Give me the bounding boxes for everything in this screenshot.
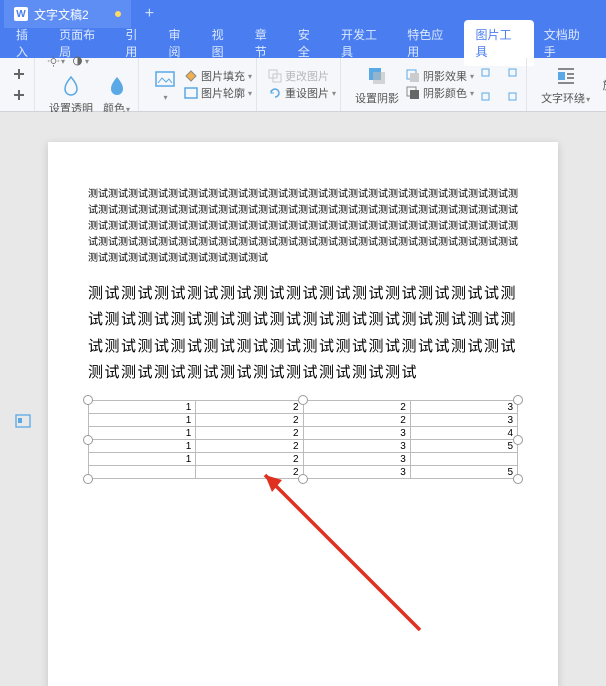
caret-icon: ▾ (164, 93, 168, 102)
picture-outline-button[interactable]: 图片轮廓▾ (183, 85, 252, 101)
body-text-large[interactable]: 测试测试测试测试测试测试测试测试测试测试测试测试试测试测试测试测试测试测试测试测… (88, 281, 518, 386)
caret-icon: ▾ (248, 89, 252, 98)
workspace: 测试测试测试测试测试测试测试测试测试测试测试测试测试测试测试测试测试测试测试测试… (0, 112, 606, 686)
tool-group-styles: ▾ 图片填充▾ 图片轮廓▾ (145, 58, 257, 111)
reset-icon (267, 85, 283, 101)
picture-fill-button[interactable]: 图片填充▾ (183, 68, 252, 84)
increment-button[interactable] (8, 64, 30, 84)
resize-handle-right-center[interactable] (513, 435, 523, 445)
bucket-icon (183, 68, 199, 84)
shadow-color-button[interactable]: 阴影颜色▾ (405, 85, 474, 101)
caret-icon: ▾ (248, 72, 252, 81)
table-row: 1223 (89, 414, 518, 427)
table-row: 123 (89, 453, 518, 466)
caret-icon: ▾ (586, 95, 590, 104)
brightness-button[interactable]: ▾ (45, 51, 67, 71)
table-row: 1234 (89, 427, 518, 440)
caret-icon: ▾ (470, 72, 474, 81)
body-text-small[interactable]: 测试测试测试测试测试测试测试测试测试测试测试测试测试测试测试测试测试测试测试测试… (88, 187, 518, 267)
color-droplet-icon (105, 74, 129, 98)
outline-icon (183, 85, 199, 101)
shadow-color-icon (405, 85, 421, 101)
selected-table-object[interactable]: 1223 1223 1234 1235 123 235 (88, 400, 518, 479)
swap-icon (267, 68, 283, 84)
tool-group-change: 更改图片 重设图片▾ (263, 58, 341, 111)
resize-handle-bottom-center[interactable] (298, 474, 308, 484)
caret-icon: ▾ (61, 57, 65, 66)
shadow-box-icon (405, 68, 421, 84)
resize-handle-left-center[interactable] (83, 435, 93, 445)
toolbar: ▾ ▾ 设置透明 颜色▾ ▾ 图片填充▾ (0, 58, 606, 112)
reset-picture-button[interactable]: 重设图片▾ (267, 85, 336, 101)
word-doc-icon: W (14, 7, 28, 21)
caret-icon: ▾ (332, 89, 336, 98)
droplet-icon (59, 74, 83, 98)
resize-handle-bottom-right[interactable] (513, 474, 523, 484)
picture-frame-button[interactable]: ▾ (149, 65, 181, 104)
document-page[interactable]: 测试测试测试测试测试测试测试测试测试测试测试测试测试测试测试测试测试测试测试测试… (48, 142, 558, 686)
increment-button-2[interactable] (8, 85, 30, 105)
caret-icon: ▾ (85, 57, 89, 66)
unsaved-indicator-icon (115, 11, 121, 17)
resize-handle-top-center[interactable] (298, 395, 308, 405)
nudge-down-right-button[interactable] (500, 85, 522, 105)
rotate-button[interactable]: 旋 (596, 75, 606, 95)
shadow-icon (365, 64, 389, 88)
change-picture-button[interactable]: 更改图片 (267, 68, 336, 84)
picture-frame-icon (153, 67, 177, 91)
table-row: 1235 (89, 440, 518, 453)
layout-options-button[interactable] (14, 412, 32, 430)
data-table[interactable]: 1223 1223 1234 1235 123 235 (88, 400, 518, 479)
caret-icon: ▾ (470, 89, 474, 98)
tool-group-arrange: 文字环绕▾ 旋 (533, 58, 606, 111)
text-wrap-button[interactable]: 文字环绕▾ (537, 62, 594, 108)
resize-handle-top-right[interactable] (513, 395, 523, 405)
nudge-down-left-button[interactable] (476, 85, 498, 105)
tool-group-adjust (4, 58, 35, 111)
shadow-effect-button[interactable]: 阴影效果▾ (405, 68, 474, 84)
nudge-up-left-button[interactable] (476, 64, 498, 84)
tool-group-transparency: ▾ ▾ 设置透明 颜色▾ (41, 58, 139, 111)
resize-handle-top-left[interactable] (83, 395, 93, 405)
tool-group-shadow: 设置阴影 阴影效果▾ 阴影颜色▾ (347, 58, 527, 111)
shadow-settings-button[interactable]: 设置阴影 (351, 62, 403, 108)
nudge-up-right-button[interactable] (500, 64, 522, 84)
contrast-button[interactable]: ▾ (69, 51, 91, 71)
text-wrap-icon (554, 64, 578, 88)
resize-handle-bottom-left[interactable] (83, 474, 93, 484)
